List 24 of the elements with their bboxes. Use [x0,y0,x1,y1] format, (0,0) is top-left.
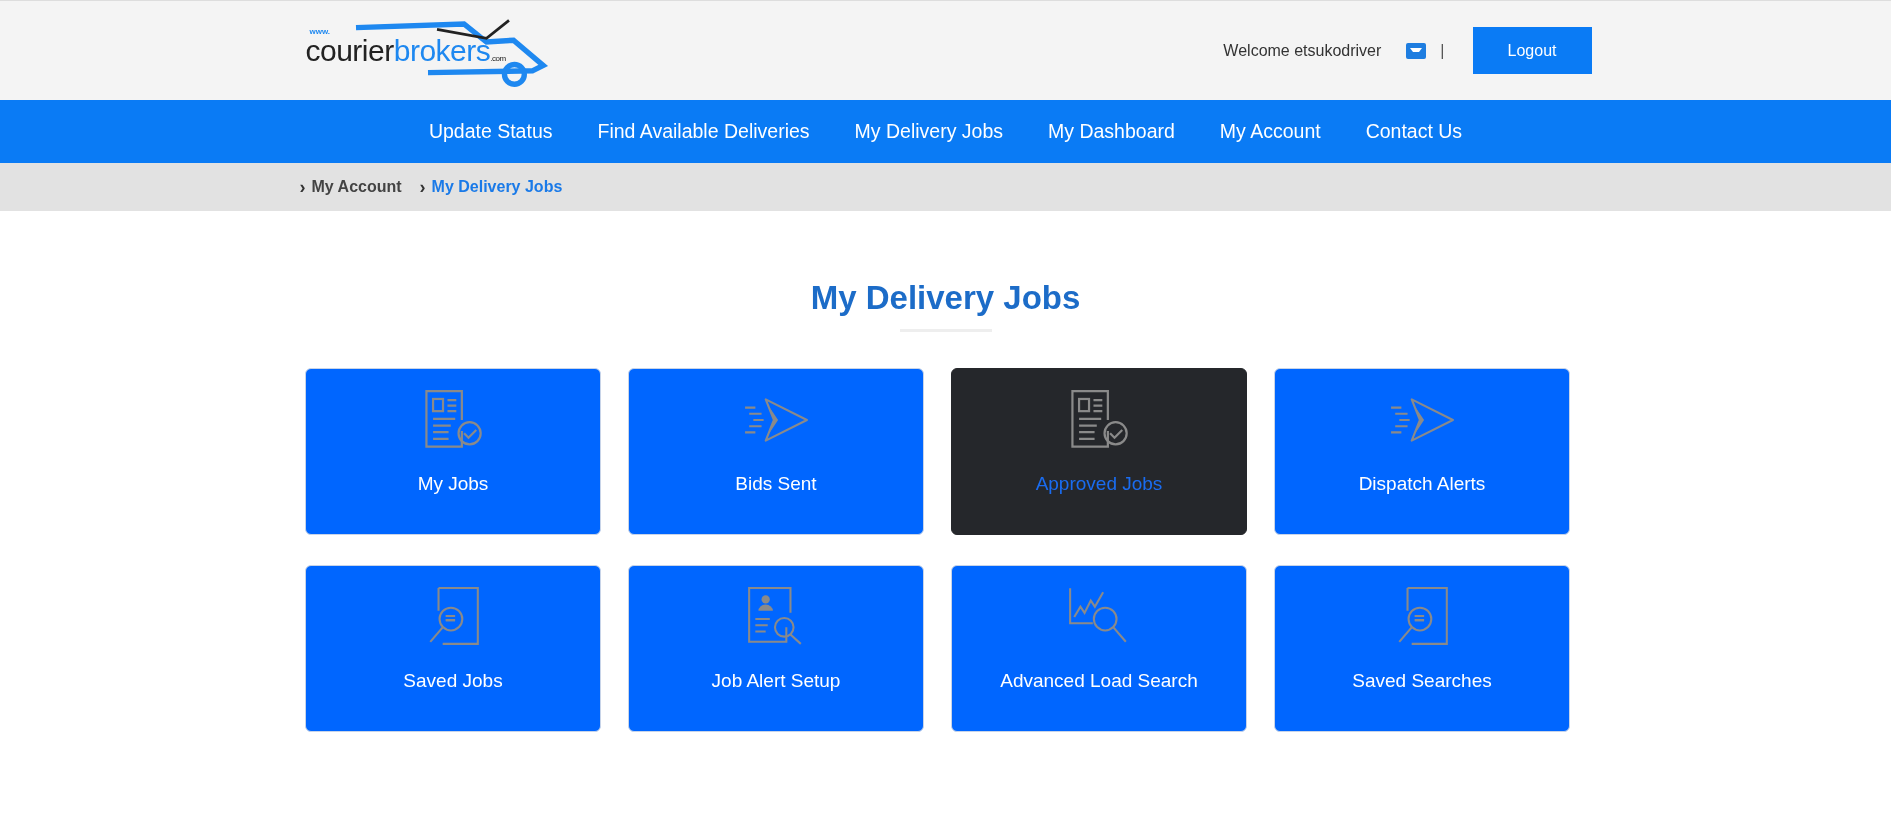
welcome-text: Welcome etsukodriver [1223,41,1382,60]
job-tile[interactable]: Dispatch Alerts [1274,368,1570,535]
chevron-icon: › [419,176,426,198]
nav-link[interactable]: My Account [1219,120,1321,143]
job-tile[interactable]: Advanced Load Search [951,565,1247,732]
breadcrumb-link[interactable]: My Delivery Jobs [431,178,563,196]
job-tile[interactable]: My Jobs [305,368,601,535]
job-tile[interactable]: Saved Searches [1274,565,1570,732]
job-tile[interactable]: Bids Sent [628,368,924,535]
nav-link[interactable]: Update Status [428,120,553,143]
job-tile[interactable]: Approved Jobs [951,368,1247,535]
logout-button[interactable]: Logout [1472,27,1592,74]
nav-link[interactable]: My Delivery Jobs [854,120,1004,143]
chevron-icon: › [299,176,306,198]
nav-link[interactable]: Find Available Deliveries [597,120,810,143]
page-title: My Delivery Jobs [810,279,1081,317]
breadcrumb-link[interactable]: My Account [311,178,402,196]
separator: | [1440,41,1445,60]
nav-link[interactable]: My Dashboard [1048,120,1175,143]
job-tile[interactable]: Job Alert Setup [628,565,924,732]
courierbrokers-logo[interactable]: www. courierbrokers.com [305,14,568,87]
nav-link[interactable]: Contact Us [1365,120,1463,143]
job-tile[interactable]: Saved Jobs [305,565,601,732]
inbox-icon[interactable] [1406,42,1427,59]
